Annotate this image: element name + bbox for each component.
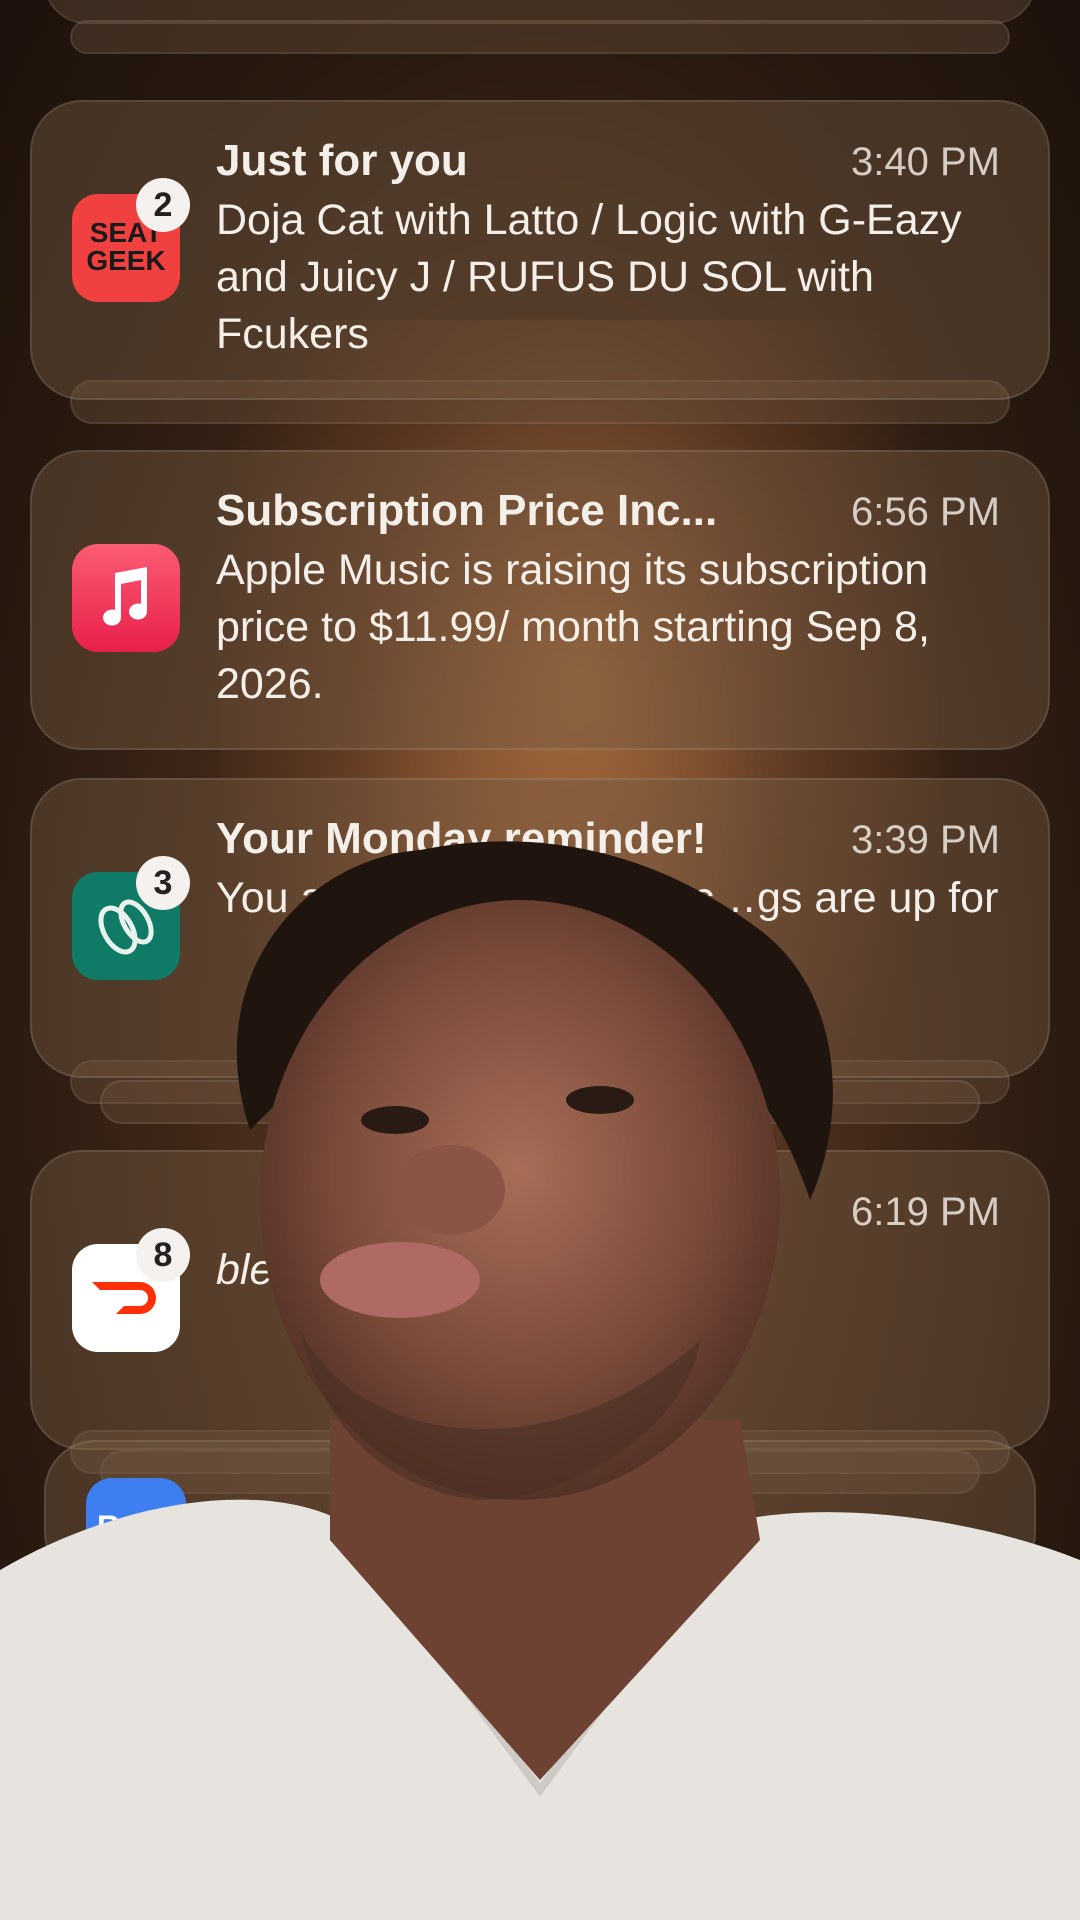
music-note-icon <box>72 544 180 652</box>
notification-body: Doja Cat with Latto / Logic with G-Eazy … <box>216 196 962 358</box>
notification-body: "A to <box>226 1506 316 1554</box>
notification-title: Your Monday reminder! <box>216 814 707 863</box>
notification-title: Subscription Price Inc... <box>216 486 718 535</box>
notification-time: 6:56 PM <box>851 490 1000 534</box>
reps-icon: Reps <box>86 1478 186 1578</box>
notification-body: Apple Music is raising its subscription … <box>216 546 930 708</box>
notification-apple-music[interactable]: Subscription Price Inc... 6:56 PM Apple … <box>30 450 1050 750</box>
leaf-icon: 3 <box>72 856 190 980</box>
svg-text:GEEK: GEEK <box>86 245 165 276</box>
notification-time: 3:40 PM <box>851 140 1000 184</box>
stacked-shadow-3b <box>100 1080 980 1124</box>
notification-center: SEAT GEEK 2 Just for you 3:40 PM Doja Ca… <box>0 0 1080 1920</box>
notification-doordash[interactable]: 8 6:19 PM ble; orc…d a tip for <box>30 1150 1050 1450</box>
notification-title: Just for you <box>216 136 468 185</box>
doordash-icon: 8 <box>72 1228 190 1352</box>
badge-count: 8 <box>136 1228 190 1282</box>
notification-body: ble; orc…d a tip for <box>216 1246 580 1294</box>
notification-reps[interactable]: Reps "A to <box>44 1440 1036 1584</box>
badge-count: 3 <box>136 856 190 910</box>
badge-count: 2 <box>136 178 190 232</box>
seatgeek-icon: SEAT GEEK 2 <box>72 178 190 302</box>
notification-seatgeek[interactable]: SEAT GEEK 2 Just for you 3:40 PM Doja Ca… <box>30 100 1050 400</box>
notification-time: 3:39 PM <box>851 818 1000 862</box>
notification-body: You as…mind you to chec…gs are up for <box>216 874 999 922</box>
notification-time: 6:19 PM <box>851 1190 1000 1234</box>
notification-reminder[interactable]: 3 Your Monday reminder! 3:39 PM You as…m… <box>30 778 1050 1078</box>
svg-text:Reps: Reps <box>97 1509 175 1545</box>
stacked-notification-top-shadow <box>70 20 1010 54</box>
